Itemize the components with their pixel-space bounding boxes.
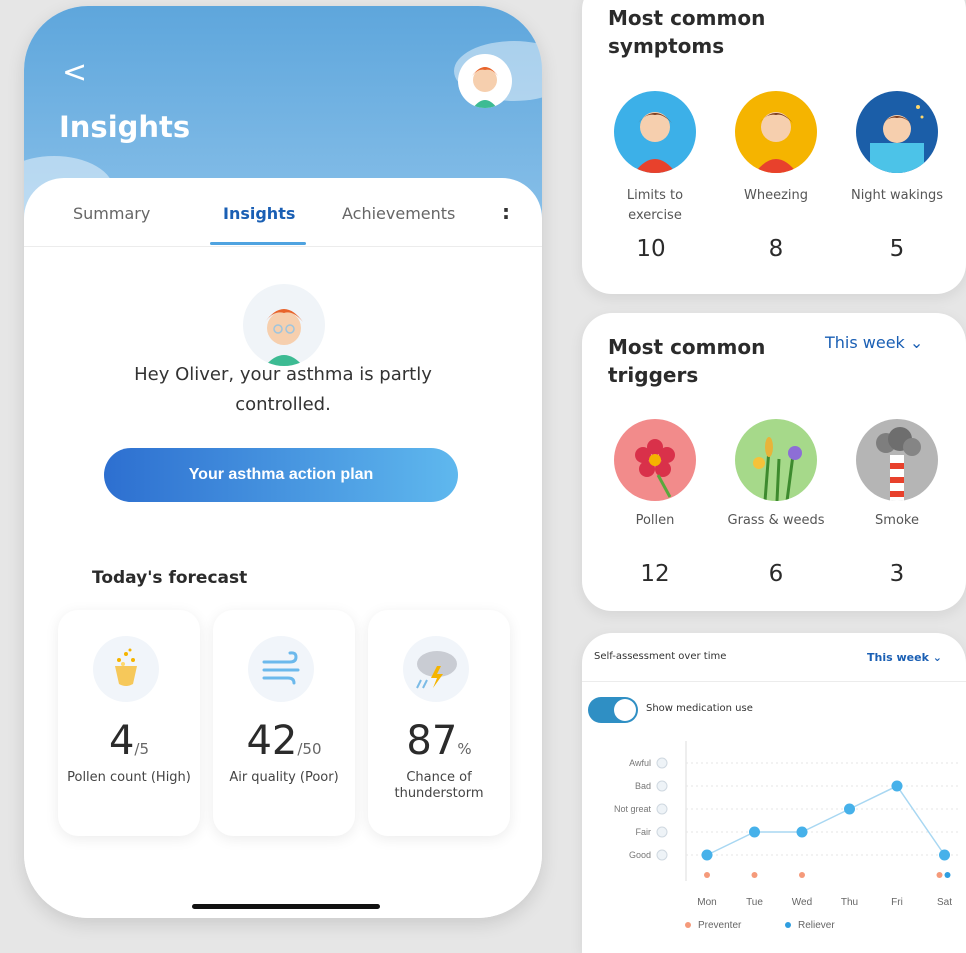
home-indicator (192, 904, 380, 909)
wheezing-icon[interactable] (735, 91, 817, 173)
preventer-dot (799, 872, 805, 878)
child-avatar (243, 284, 325, 366)
x-tick-label: Tue (746, 897, 763, 908)
x-tick-label: Sat (937, 897, 952, 908)
tab-achievements[interactable]: Achievements (342, 204, 455, 223)
toggle-knob (614, 699, 636, 721)
data-point (796, 826, 808, 838)
chevron-down-icon: ⌄ (909, 333, 924, 352)
legend-label: Reliever (798, 920, 835, 931)
legend-marker (685, 922, 691, 928)
legend-label: Preventer (698, 920, 742, 931)
data-point (939, 849, 950, 861)
data-point (749, 826, 760, 838)
mood-face-icon (656, 803, 668, 815)
avatar[interactable] (458, 54, 512, 108)
data-point (701, 849, 713, 861)
pollen-icon[interactable] (614, 419, 696, 501)
x-tick-label: Fri (891, 897, 903, 908)
trigger-label: Pollen (635, 513, 675, 528)
series-line (706, 785, 946, 856)
page-title: Insights (59, 110, 191, 144)
symptom-label: Limits to exercise (626, 188, 684, 223)
forecast-label: Chance of thunderstorm (394, 770, 484, 801)
preventer-dot (751, 872, 758, 878)
symptom-label: Night wakings (850, 188, 944, 203)
mood-face-icon (656, 780, 668, 792)
symptom-count: 8 (768, 236, 784, 262)
forecast-card-thunderstorm[interactable]: 87% Chance of thunderstorm (368, 610, 510, 836)
mood-face-icon (656, 849, 668, 861)
preventer-dot (936, 872, 943, 878)
period-dropdown[interactable]: This week ⌄ (825, 333, 923, 352)
trigger-count: 12 (640, 561, 670, 587)
data-point (844, 803, 855, 815)
asthma-action-plan-button[interactable]: Your asthma action plan (104, 448, 458, 502)
forecast-value: 42/50 (246, 718, 322, 764)
medication-toggle[interactable] (588, 697, 638, 723)
back-button[interactable]: < (62, 58, 87, 88)
tab-bar: Summary Insights Achievements : (24, 178, 542, 247)
triggers-title: Most common triggers (608, 335, 766, 387)
flower-icon (93, 636, 159, 702)
divider (582, 681, 966, 682)
forecast-label: Air quality (Poor) (229, 770, 339, 785)
forecast-card-air-quality[interactable]: 42/50 Air quality (Poor) (213, 610, 355, 836)
forecast-label: Pollen count (High) (67, 770, 191, 785)
trigger-count: 3 (889, 561, 905, 587)
y-tick-label: Not great (614, 804, 652, 814)
trigger-count: 6 (768, 561, 784, 587)
self-assessment-card: Self-assessment over time This week ⌄ Sh… (582, 633, 966, 953)
limits-to-exercise-icon[interactable] (614, 91, 696, 173)
x-tick-label: Thu (841, 897, 858, 908)
x-tick-label: Mon (697, 897, 716, 908)
mood-face-icon (656, 757, 668, 769)
y-tick-label: Fair (636, 827, 652, 837)
trigger-label: Smoke (875, 513, 919, 528)
symptom-label: Wheezing (743, 188, 809, 203)
tab-underline (210, 242, 306, 245)
symptom-count: 10 (636, 236, 666, 262)
preventer-dot (704, 872, 710, 878)
legend-marker (785, 922, 791, 928)
forecast-card-pollen[interactable]: 4/5 Pollen count (High) (58, 610, 200, 836)
reliever-dot (944, 872, 951, 878)
status-message: Hey Oliver, your asthma is partly contro… (134, 364, 432, 415)
trigger-label: Grass & weeds (727, 513, 825, 528)
period-dropdown[interactable]: This week ⌄ (867, 651, 942, 664)
chevron-down-icon: ⌄ (932, 651, 942, 664)
forecast-value: 4/5 (108, 718, 150, 764)
smoke-icon[interactable] (856, 419, 938, 501)
wind-icon (248, 636, 314, 702)
mood-face-icon (656, 826, 668, 838)
symptoms-title: Most common symptoms (608, 6, 766, 58)
grass-and-weeds-icon[interactable] (735, 419, 817, 501)
assessment-title: Self-assessment over time (594, 651, 727, 662)
assessment-chart: Awful Bad Not great Fair Good Mon Tue Wed Thu Fri… (614, 741, 960, 931)
x-tick-label: Wed (792, 897, 812, 908)
forecast-title: Today's forecast (92, 568, 248, 588)
night-wakings-icon[interactable] (856, 91, 938, 173)
data-point (891, 780, 903, 792)
forecast-value: 87% (406, 718, 472, 764)
triggers-card: Most common triggers This week ⌄ Pollen … (582, 313, 966, 611)
phone-screen: < Insights Summary Insights Achievements… (24, 6, 542, 918)
y-tick-label: Bad (635, 781, 651, 791)
toggle-label: Show medication use (646, 703, 753, 714)
y-tick-label: Awful (629, 758, 651, 768)
tab-insights[interactable]: Insights (223, 204, 295, 223)
symptoms-card: Most common symptoms Limits to exercise … (582, 0, 966, 294)
symptom-count: 5 (889, 236, 905, 262)
thunderstorm-icon (403, 636, 469, 702)
y-tick-label: Good (629, 850, 651, 860)
more-options-button[interactable]: : (502, 200, 510, 224)
tab-summary[interactable]: Summary (73, 204, 150, 223)
content-sheet: Summary Insights Achievements : Hey Oliv… (24, 178, 542, 918)
